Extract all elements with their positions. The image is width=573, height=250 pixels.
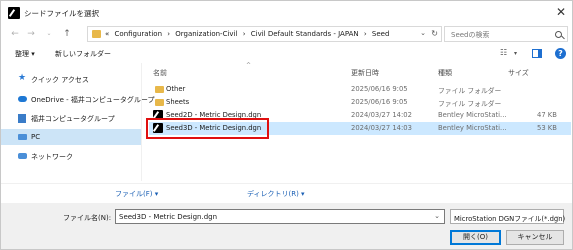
file-modified: 2025/06/16 9:05 <box>351 85 408 93</box>
filetype-value: MicroStation DGNファイル(*.dgn) <box>454 215 566 223</box>
nav-item-label: OneDrive - 福井コンピュータグループ <box>31 96 155 104</box>
filename-label: ファイル名(N): <box>63 214 112 222</box>
breadcrumb-separator[interactable]: › <box>243 30 246 38</box>
search-icon <box>555 31 562 38</box>
breadcrumb: « Configuration › Organization-Civil › C… <box>105 30 392 38</box>
chevron-down-icon[interactable]: ⌄ <box>434 212 440 220</box>
chevron-down-icon[interactable]: ⌄ <box>420 29 426 37</box>
breadcrumb-seed[interactable]: Seed <box>372 30 390 38</box>
chevron-down-icon[interactable]: ⌄ <box>554 212 560 220</box>
file-size: 53 KB <box>537 124 557 132</box>
nav-item-label: PC <box>31 133 41 141</box>
file-menu-button[interactable]: ファイル(F) ▾ <box>115 189 158 199</box>
pc-icon <box>18 134 27 140</box>
column-header-name[interactable]: 名前 <box>153 68 167 78</box>
file-name: Other <box>166 85 186 93</box>
building-icon <box>18 114 26 123</box>
cloud-icon <box>18 96 27 102</box>
sort-ascending-icon: ^ <box>246 62 252 69</box>
folder-icon <box>155 86 164 93</box>
file-name: Sheets <box>166 98 190 106</box>
star-icon: ★ <box>18 73 27 83</box>
nav-item-onedrive[interactable]: OneDrive - 福井コンピュータグループ <box>1 91 154 107</box>
open-button[interactable]: 開く(O) <box>450 230 501 245</box>
network-icon <box>18 153 27 159</box>
folder-icon <box>92 30 101 38</box>
breadcrumb-organization-civil[interactable]: Organization-Civil <box>175 30 237 38</box>
cancel-button[interactable]: キャンセル <box>506 230 564 245</box>
column-header-size[interactable]: サイズ <box>508 68 529 78</box>
directory-menu-button[interactable]: ディレクトリ(R) ▾ <box>247 189 305 199</box>
view-options-icon[interactable]: ☷ <box>500 48 507 57</box>
filename-value[interactable]: Seed3D - Metric Design.dgn <box>119 213 217 221</box>
nav-item-organization[interactable]: 福井コンピュータグループ <box>1 110 141 126</box>
file-size: 47 KB <box>537 111 557 119</box>
filetype-select[interactable]: MicroStation DGNファイル(*.dgn) ⌄ <box>450 209 566 224</box>
folder-icon <box>155 99 164 106</box>
nav-item-quick-access[interactable]: ★ クイック アクセス <box>1 71 141 87</box>
column-header-type[interactable]: 種類 <box>438 68 452 78</box>
column-header-modified[interactable]: 更新日時 <box>351 68 379 78</box>
forward-arrow-icon[interactable]: → <box>25 28 37 40</box>
file-modified: 2024/03/27 14:02 <box>351 111 412 119</box>
microstation-app-icon <box>8 7 20 19</box>
close-icon[interactable]: ✕ <box>554 5 568 19</box>
file-row-sheets[interactable]: Sheets 2025/06/16 9:05 ファイル フォルダー <box>149 96 571 109</box>
organize-button[interactable]: 整理 ▾ <box>15 49 35 59</box>
file-type: ファイル フォルダー <box>438 87 502 95</box>
view-dropdown-chevron-icon[interactable]: ▾ <box>514 50 517 57</box>
help-icon[interactable]: ? <box>555 48 566 59</box>
dialog-footer: ファイル名(N): Seed3D - Metric Design.dgn ⌄ M… <box>1 203 572 249</box>
file-modified: 2024/03/27 14:03 <box>351 124 412 132</box>
title-bar: シードファイルを選択 ✕ <box>1 1 572 25</box>
dialog-title: シードファイルを選択 <box>24 9 99 18</box>
breadcrumb-separator[interactable]: › <box>167 30 170 38</box>
file-type: Bentley MicroStati... <box>438 111 507 119</box>
breadcrumb-separator[interactable]: › <box>364 30 367 38</box>
annotation-highlight-box <box>146 118 269 139</box>
file-type: Bentley MicroStati... <box>438 124 507 132</box>
file-type: ファイル フォルダー <box>438 100 502 108</box>
filename-field[interactable]: Seed3D - Metric Design.dgn ⌄ <box>115 209 445 224</box>
breadcrumb-overflow[interactable]: « <box>105 30 109 38</box>
recent-locations-chevron-icon[interactable]: ⌄ <box>43 28 55 40</box>
new-folder-button[interactable]: 新しいフォルダー <box>55 49 111 59</box>
back-arrow-icon[interactable]: ← <box>9 28 21 40</box>
up-arrow-icon[interactable]: ↑ <box>61 28 73 40</box>
breadcrumb-configuration[interactable]: Configuration <box>115 30 162 38</box>
breadcrumb-civil-default-standards[interactable]: Civil Default Standards - JAPAN <box>251 30 359 38</box>
search-input[interactable]: Seedの検索 <box>451 30 490 40</box>
preview-pane-icon[interactable] <box>532 49 542 58</box>
file-modified: 2025/06/16 9:05 <box>351 98 408 106</box>
nav-item-label: クイック アクセス <box>31 76 89 84</box>
file-open-dialog: シードファイルを選択 ✕ ← → ⌄ ↑ « Configuration › O… <box>0 0 573 250</box>
navigation-pane: ★ クイック アクセス OneDrive - 福井コンピュータグループ 福井コン… <box>1 63 154 181</box>
search-box[interactable]: Seedの検索 <box>444 26 568 42</box>
nav-item-label: 福井コンピュータグループ <box>31 115 115 123</box>
nav-item-network[interactable]: ネットワーク <box>1 148 141 164</box>
address-bar[interactable]: « Configuration › Organization-Civil › C… <box>87 26 442 42</box>
nav-item-pc[interactable]: PC <box>1 129 141 145</box>
command-bar: 整理 ▾ 新しいフォルダー ☷ ▾ ? <box>1 45 572 63</box>
refresh-icon[interactable]: ↻ <box>431 29 438 38</box>
nav-item-label: ネットワーク <box>31 153 73 161</box>
file-row-other[interactable]: Other 2025/06/16 9:05 ファイル フォルダー <box>149 83 571 96</box>
